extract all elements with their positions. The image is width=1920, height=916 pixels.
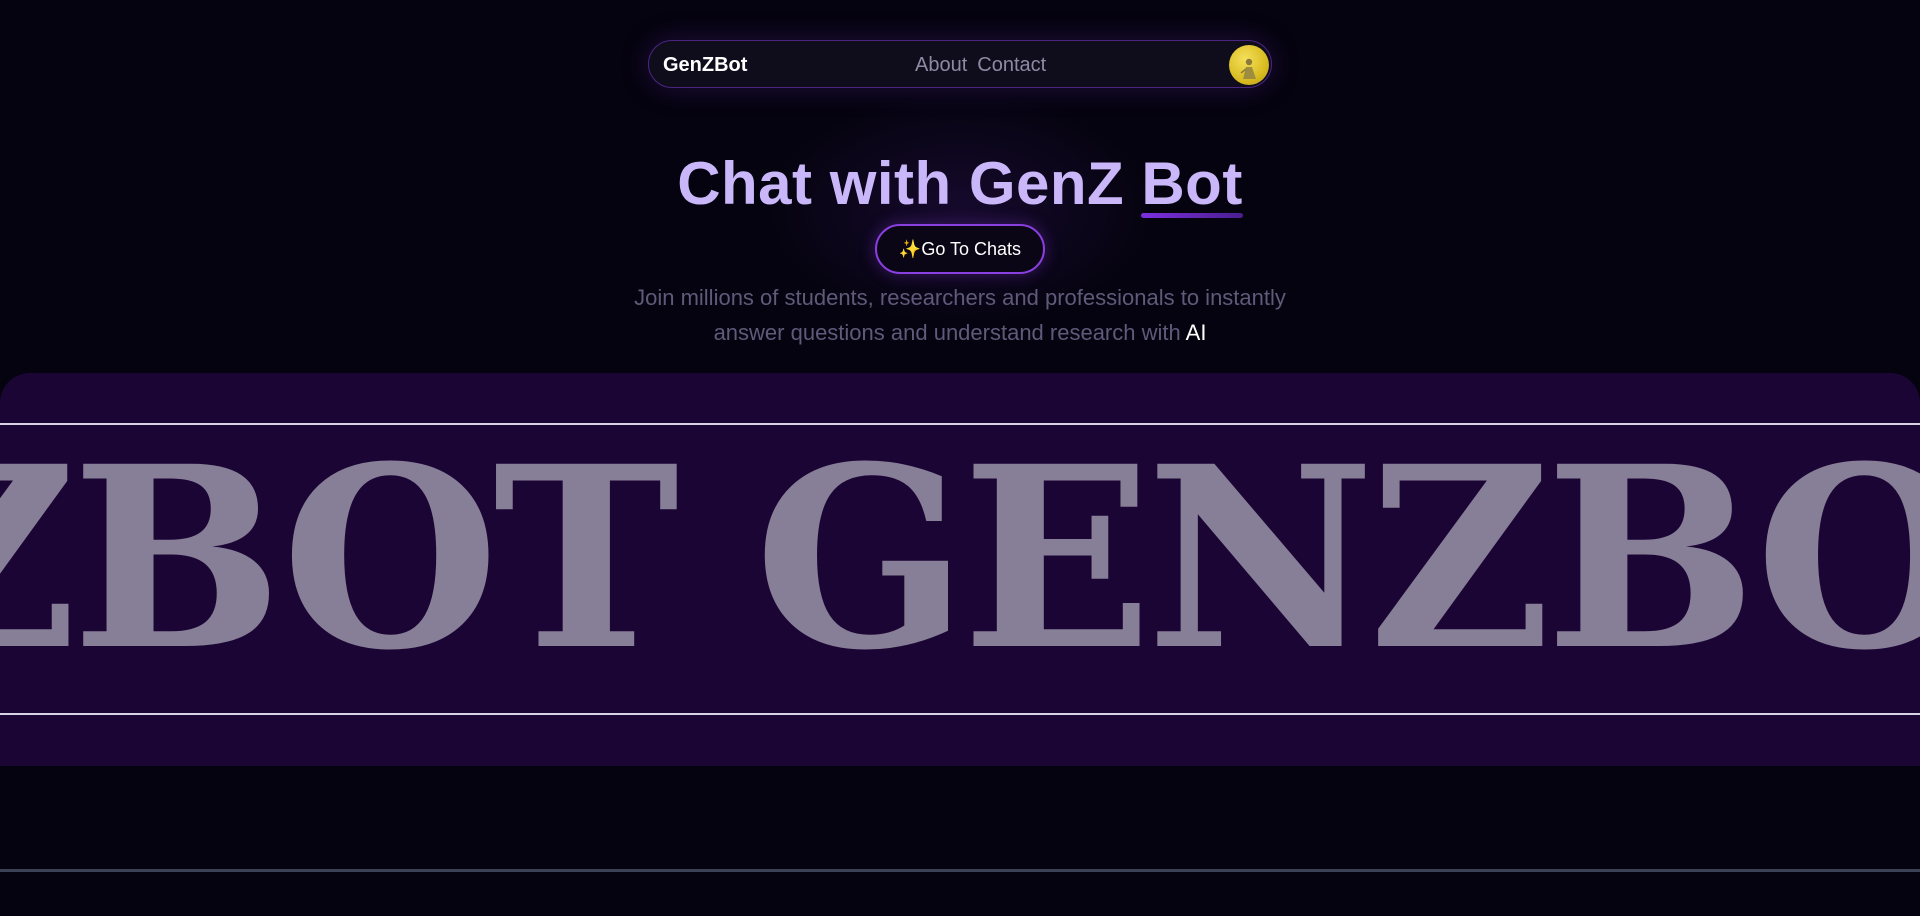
banner-bottom-line	[0, 713, 1920, 715]
navbar: GenZBot About Contact	[648, 40, 1272, 88]
marquee-text: ZBOT GENZBOT	[0, 411, 1920, 705]
hero-subtitle-line2: answer questions and understand research…	[713, 320, 1181, 345]
go-to-chats-button[interactable]: ✨Go To Chats	[875, 224, 1045, 274]
hero-title-accent: Bot	[1141, 148, 1243, 220]
footer-divider	[0, 869, 1920, 872]
title-underline	[1141, 213, 1243, 218]
nav-link-about[interactable]: About	[915, 53, 967, 77]
hero-subtitle: Join millions of students, researchers a…	[560, 280, 1360, 350]
hero-subtitle-line1: Join millions of students, researchers a…	[634, 285, 1286, 310]
brand-logo[interactable]: GenZBot	[663, 53, 747, 77]
hero-title-accent-text: Bot	[1141, 150, 1243, 217]
marquee-banner: ZBOT GENZBOT	[0, 373, 1920, 766]
person-icon	[1240, 58, 1256, 79]
landing-page: GenZBot About Contact Chat with GenZ Bot…	[0, 0, 1920, 916]
hero-title: Chat with GenZ Bot	[0, 148, 1920, 220]
user-avatar[interactable]	[1229, 45, 1269, 85]
hero-subtitle-highlight: AI	[1185, 320, 1207, 345]
nav-links: About Contact	[915, 53, 1046, 77]
nav-link-contact[interactable]: Contact	[977, 53, 1046, 77]
hero-title-main: Chat with GenZ	[677, 150, 1125, 217]
